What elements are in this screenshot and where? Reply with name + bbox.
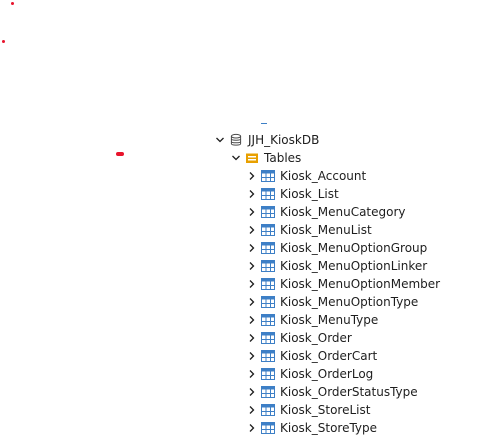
red-mark (116, 152, 124, 156)
red-mark (2, 40, 5, 43)
table-label: Kiosk_List (280, 187, 339, 201)
chevron-right-icon[interactable] (246, 185, 258, 203)
table-label: Kiosk_StoreType (280, 421, 378, 435)
table-icon (260, 402, 276, 418)
tree-node-table[interactable]: Kiosk_Order (246, 329, 352, 347)
chevron-right-icon[interactable] (246, 419, 258, 437)
table-label: Kiosk_MenuList (280, 223, 372, 237)
table-icon (260, 222, 276, 238)
table-icon (260, 294, 276, 310)
table-label: Kiosk_StoreList (280, 403, 371, 417)
chevron-right-icon[interactable] (246, 239, 258, 257)
chevron-right-icon[interactable] (246, 329, 258, 347)
clipped-tree-node (261, 122, 267, 125)
chevron-right-icon[interactable] (246, 257, 258, 275)
table-icon (260, 168, 276, 184)
explorer-canvas: JJH_KioskDB Tables Kiosk_Account Kiosk_L… (0, 0, 479, 438)
table-icon (260, 186, 276, 202)
tree-node-table[interactable]: Kiosk_MenuList (246, 221, 372, 239)
table-icon (260, 276, 276, 292)
table-icon (260, 330, 276, 346)
table-label: Kiosk_MenuOptionLinker (280, 259, 428, 273)
table-icon (260, 240, 276, 256)
tree-node-tables-folder[interactable]: Tables (230, 149, 301, 167)
database-icon (228, 132, 244, 148)
chevron-right-icon[interactable] (246, 365, 258, 383)
tree-node-table[interactable]: Kiosk_MenuOptionLinker (246, 257, 427, 275)
table-label: Kiosk_MenuOptionType (280, 295, 419, 309)
chevron-right-icon[interactable] (246, 167, 258, 185)
table-icon (260, 348, 276, 364)
chevron-right-icon[interactable] (246, 221, 258, 239)
tree-node-table[interactable]: Kiosk_OrderCart (246, 347, 377, 365)
chevron-down-icon[interactable] (214, 131, 226, 149)
tree-node-table[interactable]: Kiosk_OrderLog (246, 365, 373, 383)
table-icon (260, 204, 276, 220)
folder-icon (244, 150, 260, 166)
table-icon (260, 366, 276, 382)
tables-folder-label: Tables (264, 151, 302, 165)
tree-node-database[interactable]: JJH_KioskDB (214, 131, 319, 149)
table-label: Kiosk_OrderLog (280, 367, 374, 381)
tree-node-table[interactable]: Kiosk_StoreList (246, 401, 370, 419)
database-label: JJH_KioskDB (248, 133, 320, 147)
chevron-right-icon[interactable] (246, 401, 258, 419)
table-label: Kiosk_Order (280, 331, 352, 345)
chevron-right-icon[interactable] (246, 293, 258, 311)
chevron-right-icon[interactable] (246, 311, 258, 329)
tree-node-table[interactable]: Kiosk_MenuOptionGroup (246, 239, 427, 257)
tree-node-table[interactable]: Kiosk_OrderStatusType (246, 383, 418, 401)
table-label: Kiosk_MenuType (280, 313, 379, 327)
tree-node-table[interactable]: Kiosk_MenuType (246, 311, 378, 329)
chevron-right-icon[interactable] (246, 383, 258, 401)
tree-node-table[interactable]: Kiosk_MenuOptionType (246, 293, 418, 311)
chevron-right-icon[interactable] (246, 347, 258, 365)
table-label: Kiosk_MenuCategory (280, 205, 406, 219)
tree-node-table[interactable]: Kiosk_MenuOptionMember (246, 275, 440, 293)
table-label: Kiosk_MenuOptionMember (280, 277, 441, 291)
table-icon (260, 384, 276, 400)
chevron-down-icon[interactable] (230, 149, 242, 167)
table-icon (260, 420, 276, 436)
table-label: Kiosk_OrderStatusType (280, 385, 418, 399)
chevron-right-icon[interactable] (246, 275, 258, 293)
table-label: Kiosk_MenuOptionGroup (280, 241, 428, 255)
red-mark (11, 2, 14, 5)
table-icon (260, 312, 276, 328)
table-icon (260, 258, 276, 274)
tree-node-table[interactable]: Kiosk_List (246, 185, 339, 203)
tree-node-table[interactable]: Kiosk_MenuCategory (246, 203, 406, 221)
tree-node-table[interactable]: Kiosk_StoreType (246, 419, 377, 437)
table-label: Kiosk_OrderCart (280, 349, 378, 363)
chevron-right-icon[interactable] (246, 203, 258, 221)
table-label: Kiosk_Account (280, 169, 367, 183)
tree-node-table[interactable]: Kiosk_Account (246, 167, 366, 185)
